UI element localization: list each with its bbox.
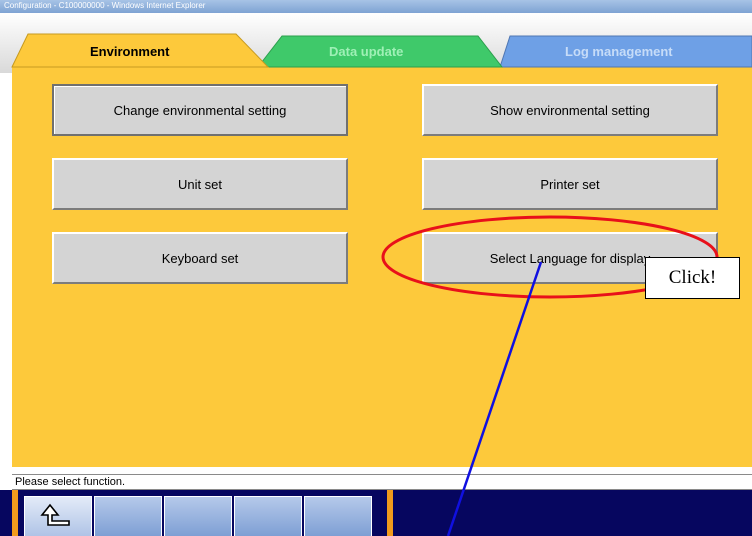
screenshot-stage: Configuration - C100000000 - Windows Int… (0, 0, 752, 536)
click-callout-text: Click! (668, 267, 717, 288)
click-callout: Click! (645, 257, 740, 299)
keyboard-set-button[interactable]: Keyboard set (52, 232, 348, 284)
tab-log-management[interactable]: Log management (565, 44, 673, 59)
tab-data-update[interactable]: Data update (329, 44, 403, 59)
tab-environment[interactable]: Environment (90, 44, 169, 59)
return-up-icon (40, 503, 70, 526)
return-button[interactable] (24, 496, 92, 536)
show-environmental-setting-button[interactable]: Show environmental setting (422, 84, 718, 136)
function-button-2[interactable] (94, 496, 162, 536)
window-title: Configuration - C100000000 - Windows Int… (4, 1, 206, 10)
change-environmental-setting-button[interactable]: Change environmental setting (52, 84, 348, 136)
function-bar-right-edge (387, 490, 393, 536)
status-message: Please select function. (15, 476, 126, 488)
status-bar: Please select function. (12, 474, 752, 490)
function-bar-left-edge (12, 490, 18, 536)
function-button-4[interactable] (234, 496, 302, 536)
printer-set-button[interactable]: Printer set (422, 158, 718, 210)
unit-set-button[interactable]: Unit set (52, 158, 348, 210)
window-title-bar: Configuration - C100000000 - Windows Int… (0, 0, 752, 13)
tab-strip-background (0, 13, 752, 73)
function-button-5[interactable] (304, 496, 372, 536)
function-button-3[interactable] (164, 496, 232, 536)
